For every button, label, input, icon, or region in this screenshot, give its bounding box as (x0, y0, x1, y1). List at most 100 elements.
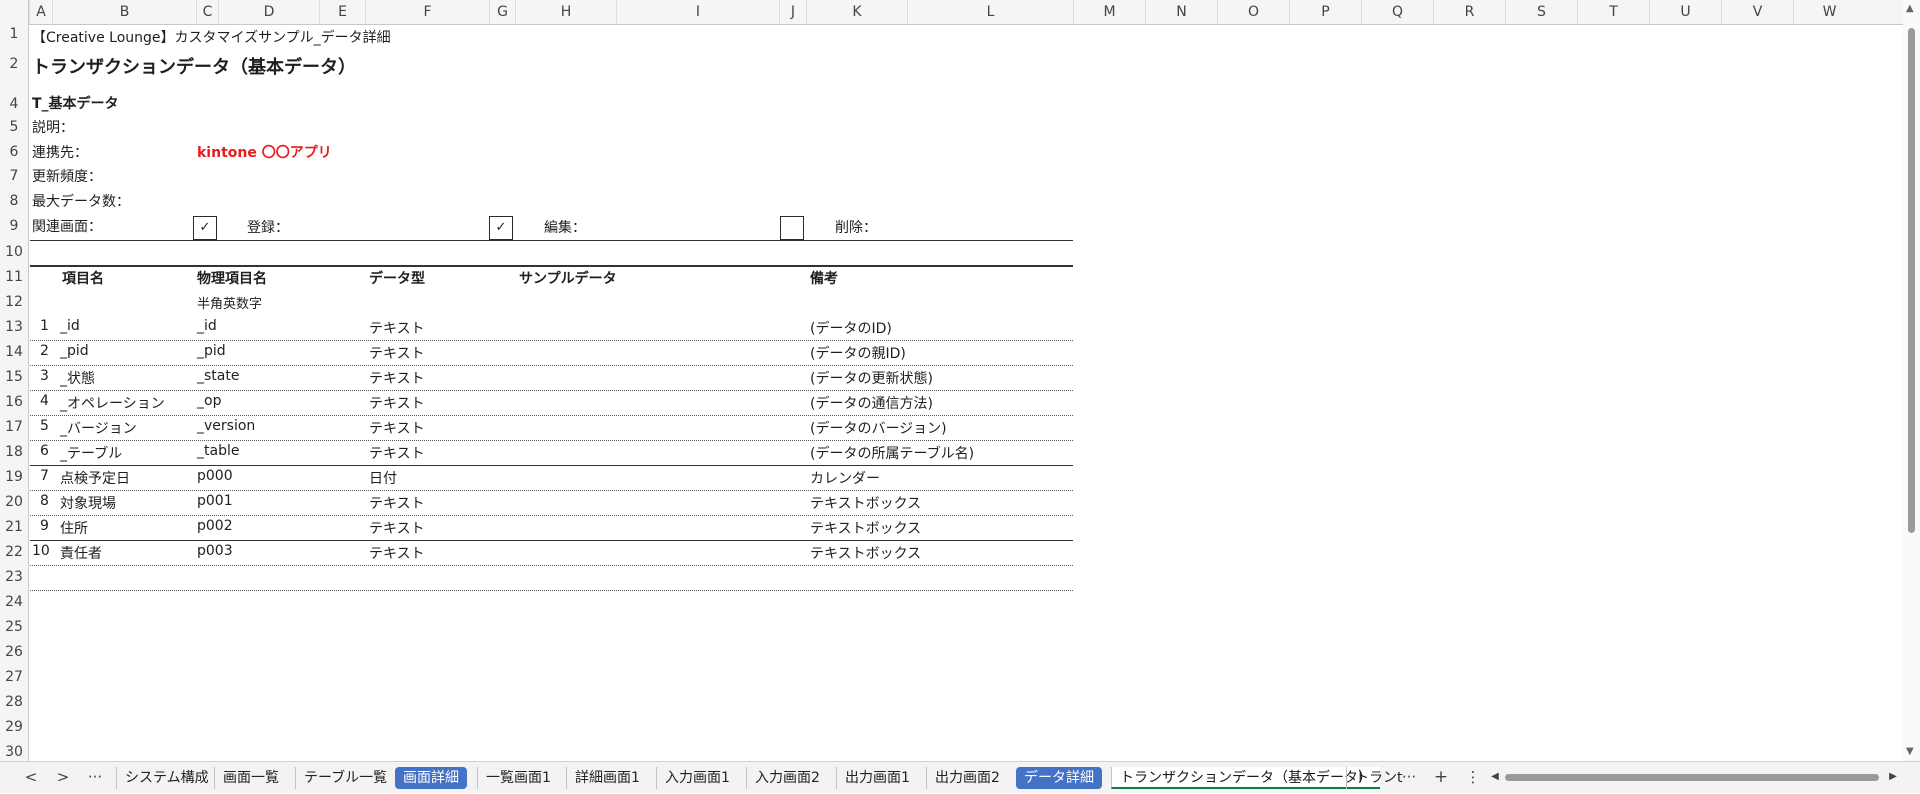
col-header-n[interactable]: N (1145, 0, 1217, 24)
prev-sheet-button[interactable]: < (20, 762, 42, 794)
row-header[interactable]: 2 (0, 56, 28, 72)
col-header-p[interactable]: P (1289, 0, 1361, 24)
horizontal-scroll-thumb[interactable] (1505, 774, 1879, 781)
select-all-corner[interactable] (0, 0, 29, 24)
row-header[interactable]: 20 (0, 494, 28, 510)
tab-screen-detail[interactable]: 画面詳細 (395, 767, 467, 789)
row-header[interactable]: 16 (0, 394, 28, 410)
row-header[interactable]: 17 (0, 419, 28, 435)
col-header-c[interactable]: C (196, 0, 218, 24)
row-item-name: _状態 (60, 371, 95, 387)
row-separator (30, 465, 1073, 466)
next-sheet-button[interactable]: > (52, 762, 74, 794)
row-header[interactable]: 12 (0, 294, 28, 310)
col-header-m[interactable]: M (1073, 0, 1145, 24)
row-header[interactable]: 30 (0, 744, 28, 760)
row-header[interactable]: 21 (0, 519, 28, 535)
col-header-d[interactable]: D (218, 0, 319, 24)
row-header[interactable]: 25 (0, 619, 28, 635)
row-separator (30, 565, 1073, 566)
horizontal-scrollbar[interactable]: ◀ ▶ (1491, 771, 1897, 785)
row-separator (30, 390, 1073, 391)
col-header-j[interactable]: J (779, 0, 806, 24)
row-header[interactable]: 15 (0, 369, 28, 385)
row-data-type: テキスト (369, 496, 425, 512)
more-sheets-right-icon[interactable]: ··· (1398, 762, 1420, 794)
row-data-type: テキスト (369, 396, 425, 412)
row-header[interactable]: 27 (0, 669, 28, 685)
tab-transaction-data[interactable]: トランザクションデータ（基本データ） (1111, 767, 1380, 789)
row-header[interactable]: 1 (0, 26, 28, 42)
tab-output-screen-2[interactable]: 出力画面2 (926, 767, 1008, 789)
tab-detail-screen-1[interactable]: 詳細画面1 (566, 767, 648, 789)
col-header-w[interactable]: W (1793, 0, 1865, 24)
col-header-t[interactable]: T (1577, 0, 1649, 24)
scroll-left-icon[interactable]: ◀ (1489, 762, 1501, 794)
divider-line (30, 240, 1073, 241)
row-header[interactable]: 10 (0, 244, 28, 260)
col-header-i[interactable]: I (616, 0, 779, 24)
col-header-e[interactable]: E (319, 0, 365, 24)
register-checkbox[interactable]: ✓ (193, 216, 217, 240)
row-header[interactable]: 8 (0, 193, 28, 209)
delete-checkbox[interactable] (780, 216, 804, 240)
col-header-f[interactable]: F (365, 0, 489, 24)
col-header-u[interactable]: U (1649, 0, 1721, 24)
scroll-down-icon[interactable]: ▼ (1906, 746, 1914, 757)
row-physical-name: _id (197, 318, 217, 334)
vertical-scrollbar[interactable]: ▲ ▼ (1903, 0, 1920, 761)
row-data-type: 日付 (369, 471, 397, 487)
tab-input-screen-1[interactable]: 入力画面1 (656, 767, 738, 789)
row-header[interactable]: 4 (0, 96, 28, 112)
row-header[interactable]: 28 (0, 694, 28, 710)
tab-system-config[interactable]: システム構成 (116, 767, 217, 789)
row-physical-name: p002 (197, 518, 233, 534)
col-header-k[interactable]: K (806, 0, 907, 24)
row-header[interactable]: 7 (0, 168, 28, 184)
tab-transaction-truncated[interactable]: トランt (1346, 767, 1403, 789)
row-header[interactable]: 9 (0, 218, 28, 234)
col-header-o[interactable]: O (1217, 0, 1289, 24)
row-header[interactable]: 22 (0, 544, 28, 560)
add-sheet-button[interactable]: + (1430, 762, 1452, 794)
tab-data-detail[interactable]: データ詳細 (1016, 767, 1102, 789)
row-header[interactable]: 24 (0, 594, 28, 610)
row-header[interactable]: 26 (0, 644, 28, 660)
row-header[interactable]: 5 (0, 119, 28, 135)
row-no: 1 (40, 318, 49, 334)
col-header-h[interactable]: H (515, 0, 616, 24)
row-header[interactable]: 13 (0, 319, 28, 335)
sheet-options-icon[interactable]: ⋮ (1462, 762, 1484, 794)
tab-input-screen-2[interactable]: 入力画面2 (746, 767, 828, 789)
column-header-bar: A B C D E F G H I J K L M N O P Q R S T … (0, 0, 1920, 25)
row-header[interactable]: 11 (0, 269, 28, 285)
sheet-grid[interactable]: 【Creative Lounge】カスタマイズサンプル_データ詳細 トランザクシ… (30, 25, 1903, 761)
col-header-g[interactable]: G (489, 0, 515, 24)
row-note: (データの通信方法) (810, 396, 933, 412)
col-header-q[interactable]: Q (1361, 0, 1433, 24)
row-header[interactable]: 29 (0, 719, 28, 735)
row-physical-name: p003 (197, 543, 233, 559)
tab-list-screen-1[interactable]: 一覧画面1 (477, 767, 559, 789)
col-header-l[interactable]: L (907, 0, 1073, 24)
tab-screen-list[interactable]: 画面一覧 (214, 767, 287, 789)
row-header[interactable]: 6 (0, 144, 28, 160)
row-header[interactable]: 23 (0, 569, 28, 585)
more-sheets-left-icon[interactable]: ··· (84, 762, 106, 794)
row-header[interactable]: 18 (0, 444, 28, 460)
col-header-b[interactable]: B (52, 0, 196, 24)
row-header[interactable]: 19 (0, 469, 28, 485)
scroll-right-icon[interactable]: ▶ (1887, 762, 1899, 794)
tab-table-list[interactable]: テーブル一覧 (295, 767, 395, 789)
col-header-s[interactable]: S (1505, 0, 1577, 24)
vertical-scroll-thumb[interactable] (1908, 28, 1915, 533)
col-header-v[interactable]: V (1721, 0, 1793, 24)
col-header-a[interactable]: A (29, 0, 52, 24)
row-physical-name: _state (197, 368, 240, 384)
row-header[interactable]: 14 (0, 344, 28, 360)
edit-checkbox[interactable]: ✓ (489, 216, 513, 240)
scroll-up-icon[interactable]: ▲ (1906, 3, 1914, 14)
tab-output-screen-1[interactable]: 出力画面1 (836, 767, 918, 789)
row-physical-name: p000 (197, 468, 233, 484)
col-header-r[interactable]: R (1433, 0, 1505, 24)
